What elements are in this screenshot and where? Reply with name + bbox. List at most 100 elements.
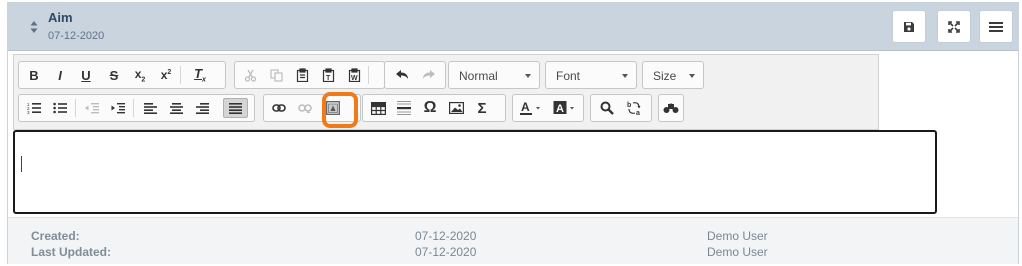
more-button[interactable] — [660, 98, 682, 118]
find-button[interactable] — [596, 98, 618, 118]
align-right-icon — [195, 102, 209, 114]
panel-footer: Created: Last Updated: 07-12-2020 07-12-… — [8, 217, 1018, 264]
italic-button[interactable]: I — [49, 65, 71, 85]
text-color-button[interactable]: A — [519, 98, 545, 118]
strikethrough-icon: S — [109, 67, 119, 83]
separator — [75, 99, 76, 117]
undo-redo-group — [384, 61, 446, 89]
expand-button[interactable] — [937, 10, 971, 43]
created-label: Created: — [31, 229, 80, 243]
justify-button[interactable] — [223, 98, 248, 118]
indent-icon — [111, 102, 125, 114]
format-select-value: Normal — [459, 69, 498, 83]
menu-button[interactable] — [979, 10, 1013, 43]
updated-date: 07-12-2020 — [415, 245, 477, 259]
font-select[interactable]: Font — [545, 61, 637, 89]
horizontal-line-icon — [397, 101, 411, 115]
paste-text-button[interactable]: T — [317, 65, 339, 85]
updated-by: Demo User — [707, 245, 768, 259]
numbered-list-icon: 123 — [27, 102, 41, 114]
superscript-icon: x2 — [160, 68, 172, 82]
binoculars-icon — [663, 102, 679, 114]
undo-button[interactable] — [391, 65, 413, 85]
svg-text:3: 3 — [27, 110, 30, 114]
redo-icon — [422, 69, 436, 81]
copy-icon — [269, 68, 283, 82]
background-color-button[interactable]: A — [551, 98, 579, 118]
text-color-icon: A — [520, 100, 544, 116]
align-center-button[interactable] — [165, 98, 187, 118]
strike-button[interactable]: S — [103, 65, 125, 85]
search-icon — [600, 101, 614, 115]
svg-text:W: W — [351, 75, 358, 82]
underline-icon: U — [81, 67, 91, 83]
remove-format-button[interactable]: Tx — [189, 65, 211, 85]
subscript-icon: x2 — [134, 66, 146, 84]
scissors-icon — [244, 69, 257, 82]
copy-button[interactable] — [265, 65, 287, 85]
chevron-down-icon — [689, 74, 695, 78]
indent-button[interactable] — [107, 98, 129, 118]
highlighted-iframe-button-outline — [322, 92, 358, 128]
table-button[interactable] — [367, 98, 389, 118]
table-icon — [370, 101, 386, 115]
sigma-icon: Σ — [477, 99, 487, 117]
svg-text:A: A — [521, 100, 530, 114]
omega-icon: Ω — [423, 99, 437, 116]
sort-icon[interactable] — [30, 20, 38, 34]
colors-group: A A — [512, 94, 584, 122]
clipboard-group: T W — [234, 61, 385, 89]
outdent-button[interactable] — [81, 98, 103, 118]
bold-button[interactable]: B — [23, 65, 45, 85]
chevron-down-icon — [622, 74, 628, 78]
editor-content-area[interactable] — [13, 130, 937, 214]
menu-icon — [989, 21, 1003, 33]
align-left-button[interactable] — [139, 98, 161, 118]
image-icon — [448, 102, 464, 114]
subscript-button[interactable]: x2 — [129, 65, 151, 85]
math-button[interactable]: Σ — [471, 98, 493, 118]
insert-group: Ω Σ — [362, 94, 506, 122]
align-left-icon — [143, 102, 157, 114]
superscript-button[interactable]: x2 — [155, 65, 177, 85]
link-button[interactable] — [268, 98, 290, 118]
paste-button[interactable] — [291, 65, 313, 85]
justify-icon — [229, 102, 242, 114]
save-button[interactable] — [892, 10, 926, 43]
horizontal-line-button[interactable] — [393, 98, 415, 118]
numbered-list-button[interactable]: 123 — [23, 98, 45, 118]
text-caret — [21, 156, 22, 172]
bulleted-list-icon — [53, 102, 67, 114]
paste-word-button[interactable]: W — [343, 65, 365, 85]
panel-title: Aim — [48, 10, 73, 25]
format-select[interactable]: Normal — [448, 61, 540, 89]
unlink-button[interactable] — [294, 98, 316, 118]
updated-label: Last Updated: — [31, 245, 112, 259]
size-select[interactable]: Size — [642, 61, 704, 89]
svg-text:A: A — [556, 103, 564, 115]
font-select-value: Font — [556, 69, 581, 83]
bulleted-list-button[interactable] — [49, 98, 71, 118]
separator — [133, 99, 134, 117]
align-right-button[interactable] — [191, 98, 213, 118]
basic-styles-group: B I U S x2 x2 Tx — [18, 61, 226, 89]
svg-text:a: a — [636, 110, 640, 116]
replace-button[interactable]: ba — [624, 98, 646, 118]
find-group: ba — [590, 94, 652, 122]
outdent-icon — [85, 102, 99, 114]
editor-toolbar: B I U S x2 x2 Tx T W Normal Font Size 1 … — [13, 54, 879, 130]
background-color-icon: A — [553, 100, 577, 116]
redo-button[interactable] — [418, 65, 440, 85]
underline-button[interactable]: U — [75, 65, 97, 85]
special-char-button[interactable]: Ω — [419, 98, 441, 118]
unlink-icon — [298, 103, 312, 113]
created-date: 07-12-2020 — [415, 229, 477, 243]
link-icon — [272, 103, 286, 113]
image-button[interactable] — [445, 98, 467, 118]
chevron-down-icon — [525, 74, 531, 78]
cut-button[interactable] — [239, 65, 261, 85]
panel-header: Aim 07-12-2020 — [8, 3, 1018, 51]
svg-text:b: b — [627, 102, 631, 109]
italic-icon: I — [58, 67, 62, 83]
paste-word-icon: W — [348, 68, 361, 82]
